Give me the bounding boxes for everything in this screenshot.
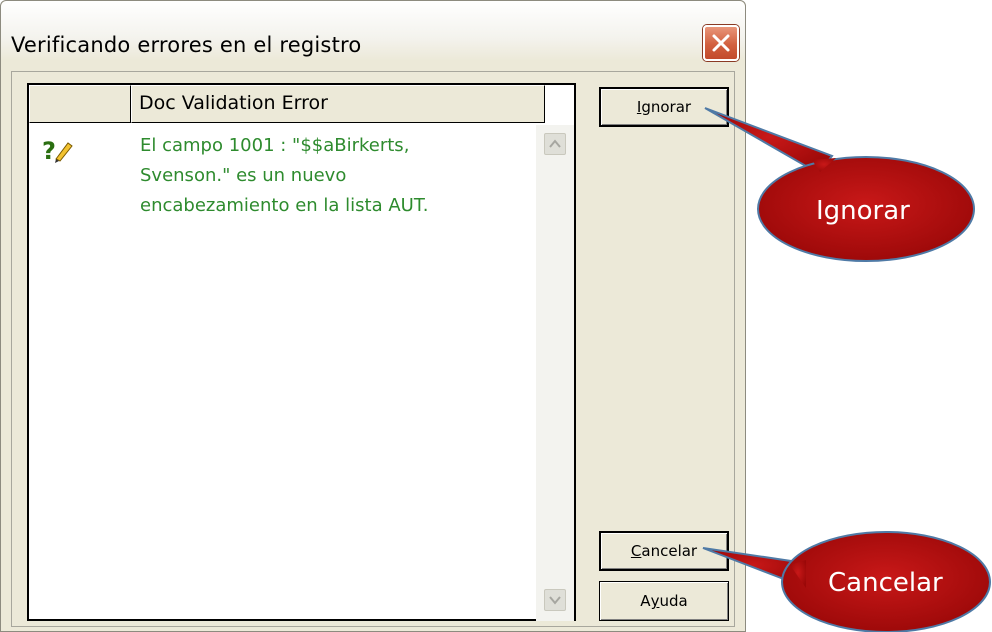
callout-layer bbox=[702, 107, 991, 632]
callout-ignore-bubble bbox=[704, 107, 975, 262]
callout-cancel-label: Cancelar bbox=[828, 568, 943, 598]
callout-ignore-label: Ignorar bbox=[816, 196, 910, 226]
